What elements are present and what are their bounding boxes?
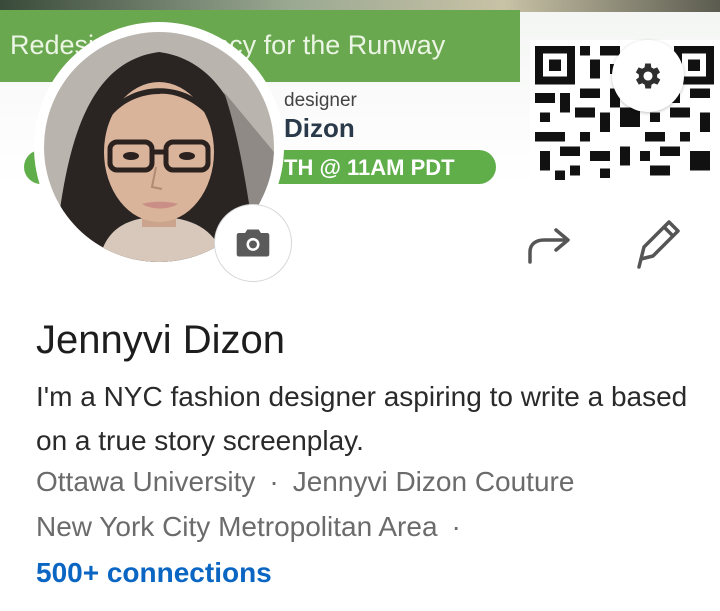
- separator-dot: ·: [269, 466, 279, 497]
- profile-location: New York City Metropolitan Area ·: [36, 511, 475, 543]
- banner-settings-button[interactable]: [612, 40, 684, 112]
- change-photo-button[interactable]: [214, 204, 292, 282]
- edit-profile-button[interactable]: [628, 214, 686, 272]
- education-link[interactable]: Ottawa University: [36, 466, 255, 497]
- banner-subtitle-2: Dizon: [284, 113, 355, 143]
- profile-education-company: Ottawa University · Jennyvi Dizon Couture: [36, 466, 574, 498]
- company-link[interactable]: Jennyvi Dizon Couture: [293, 466, 575, 497]
- profile-headline: I'm a NYC fashion designer aspiring to w…: [36, 381, 688, 456]
- profile-name: Jennyvi Dizon: [36, 318, 286, 362]
- share-profile-button[interactable]: [520, 218, 578, 270]
- connections-link[interactable]: 500+ connections: [36, 557, 272, 589]
- location-text: New York City Metropolitan Area: [36, 511, 438, 542]
- gear-icon: [635, 63, 661, 89]
- banner-event-text: TH @ 11AM PDT: [284, 155, 455, 180]
- camera-icon: [236, 229, 270, 257]
- share-arrow-icon: [528, 228, 570, 264]
- separator-dot: ·: [451, 511, 461, 542]
- pencil-icon: [637, 220, 680, 269]
- banner-subtitle-1: designer: [284, 90, 357, 111]
